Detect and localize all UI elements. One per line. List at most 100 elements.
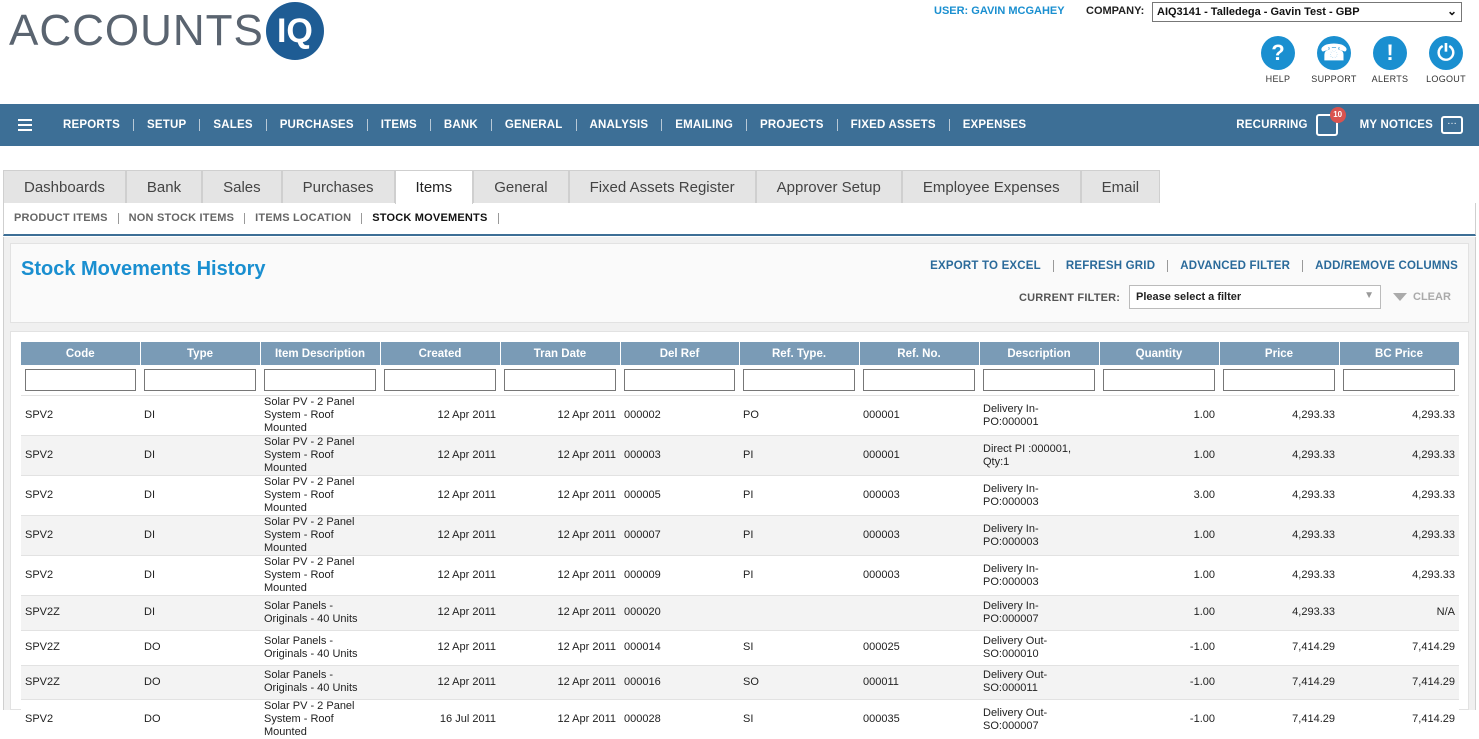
tab-employee-expenses[interactable]: Employee Expenses <box>901 170 1081 203</box>
table-row[interactable]: SPV2 DI Solar PV - 2 Panel System - Roof M… <box>21 475 1459 516</box>
chevron-down-icon: ⌄ <box>1446 4 1457 18</box>
calendar-icon[interactable]: 10 <box>1315 107 1346 136</box>
recurring-link[interactable]: RECURRING <box>1236 119 1307 131</box>
column-header-ref-type[interactable]: Ref. Type. <box>739 342 860 365</box>
table-row[interactable]: SPV2Z DO Solar Panels - Originals - 40 Uni… <box>21 629 1459 666</box>
nav-item-setup[interactable]: SETUP <box>134 119 201 131</box>
table-cell: Delivery In- PO:000001 <box>979 395 1099 436</box>
table-row[interactable]: SPV2 DI Solar PV - 2 Panel System - Roof M… <box>21 435 1459 476</box>
column-header-type[interactable]: Type <box>140 342 261 365</box>
stock-movements-table: Code Type Item Description Created Tran Date… <box>21 342 1460 739</box>
clear-filter-button[interactable]: CLEAR <box>1393 291 1451 303</box>
tab-bank[interactable]: Bank <box>125 170 203 203</box>
filter-input-description[interactable] <box>983 369 1095 391</box>
accountsiq-logo[interactable]: ACCOUNTS IQ <box>9 2 324 60</box>
column-header-price[interactable]: Price <box>1219 342 1340 365</box>
company-select[interactable]: AIQ3141 - Talledega - Gavin Test - GBP ⌄ <box>1152 2 1462 22</box>
column-header-del-ref[interactable]: Del Ref <box>620 342 740 365</box>
nav-item-items[interactable]: ITEMS <box>368 119 431 131</box>
tab-dashboards[interactable]: Dashboards <box>3 170 126 203</box>
add-remove-columns-link[interactable]: ADD/REMOVE COLUMNS <box>1303 260 1458 272</box>
subtab-items-location[interactable]: ITEMS LOCATION <box>245 213 363 224</box>
table-row[interactable]: SPV2 DI Solar PV - 2 Panel System - Roof M… <box>21 515 1459 556</box>
table-cell: 4,293.33 <box>1219 435 1339 476</box>
export-to-excel-link[interactable]: EXPORT TO EXCEL <box>918 260 1054 272</box>
logout-button[interactable]: ⏻ LOGOUT <box>1418 36 1474 84</box>
column-header-code[interactable]: Code <box>21 342 141 365</box>
table-row[interactable]: SPV2Z DI Solar Panels - Originals - 40 Uni… <box>21 595 1459 631</box>
filter-input-created[interactable] <box>384 369 496 391</box>
nav-item-purchases[interactable]: PURCHASES <box>267 119 368 131</box>
hamburger-menu-icon[interactable] <box>18 116 32 134</box>
nav-item-bank[interactable]: BANK <box>431 119 492 131</box>
tab-purchases[interactable]: Purchases <box>281 170 395 203</box>
table-cell: 1.00 <box>1099 395 1219 436</box>
item-code-link[interactable]: SPV2Z <box>21 664 140 700</box>
column-header-quantity[interactable]: Quantity <box>1099 342 1220 365</box>
nav-item-expenses[interactable]: EXPENSES <box>950 119 1040 131</box>
table-row[interactable]: SPV2Z DO Solar Panels - Originals - 40 Uni… <box>21 664 1459 700</box>
table-cell: 1.00 <box>1099 555 1219 596</box>
tab-sales[interactable]: Sales <box>202 170 282 203</box>
nav-item-emailing[interactable]: EMAILING <box>662 119 748 131</box>
tab-items[interactable]: Items <box>394 170 474 204</box>
nav-item-fixed-assets[interactable]: FIXED ASSETS <box>838 119 950 131</box>
table-cell: DI <box>140 435 260 476</box>
filter-cell <box>739 365 859 396</box>
notices-chat-icon[interactable]: … <box>1441 116 1463 134</box>
advanced-filter-link[interactable]: ADVANCED FILTER <box>1168 260 1304 272</box>
help-icon: ? <box>1261 36 1295 70</box>
table-cell: 000003 <box>859 475 979 516</box>
column-header-item-description[interactable]: Item Description <box>260 342 381 365</box>
current-filter-label: CURRENT FILTER: <box>1019 292 1121 304</box>
filter-select[interactable]: Please select a filter ▼ <box>1129 285 1381 309</box>
table-body: SPV2 DI Solar PV - 2 Panel System - Roof M… <box>21 365 1459 739</box>
subtab-product-items[interactable]: PRODUCT ITEMS <box>4 213 119 224</box>
column-header-bc-price[interactable]: BC Price <box>1339 342 1460 365</box>
item-code-link[interactable]: SPV2 <box>21 515 140 556</box>
filter-input-bc-price[interactable] <box>1343 369 1455 391</box>
table-row[interactable]: SPV2 DO Solar PV - 2 Panel System - Roof M… <box>21 699 1459 739</box>
nav-item-analysis[interactable]: ANALYSIS <box>577 119 663 131</box>
table-cell: 7,414.29 <box>1339 629 1459 666</box>
filter-input-price[interactable] <box>1223 369 1335 391</box>
tab-email[interactable]: Email <box>1080 170 1161 203</box>
filter-input-code[interactable] <box>25 369 136 391</box>
tab-general[interactable]: General <box>473 170 569 203</box>
nav-item-general[interactable]: GENERAL <box>492 119 577 131</box>
column-header-created[interactable]: Created <box>380 342 501 365</box>
grid-panel: Code Type Item Description Created Tran Date… <box>10 331 1469 739</box>
filter-input-ref-no[interactable] <box>863 369 975 391</box>
help-button[interactable]: ? HELP <box>1250 36 1306 84</box>
filter-input-type[interactable] <box>144 369 256 391</box>
item-code-link[interactable]: SPV2Z <box>21 595 140 631</box>
filter-input-ref-type[interactable] <box>743 369 855 391</box>
nav-item-reports[interactable]: REPORTS <box>50 119 134 131</box>
item-code-link[interactable]: SPV2 <box>21 435 140 476</box>
column-header-description[interactable]: Description <box>979 342 1100 365</box>
table-row[interactable]: SPV2 DI Solar PV - 2 Panel System - Roof M… <box>21 395 1459 436</box>
filter-input-del-ref[interactable] <box>624 369 735 391</box>
column-header-tran-date[interactable]: Tran Date <box>500 342 621 365</box>
filter-input-item-description[interactable] <box>264 369 376 391</box>
filter-input-quantity[interactable] <box>1103 369 1215 391</box>
nav-item-projects[interactable]: PROJECTS <box>747 119 838 131</box>
tab-fixed-assets-register[interactable]: Fixed Assets Register <box>568 170 756 203</box>
my-notices-link[interactable]: MY NOTICES <box>1360 119 1433 131</box>
item-code-link[interactable]: SPV2 <box>21 475 140 516</box>
table-cell: 12 Apr 2011 <box>500 395 620 436</box>
nav-item-sales[interactable]: SALES <box>200 119 267 131</box>
item-code-link[interactable]: SPV2 <box>21 395 140 436</box>
column-header-ref-no[interactable]: Ref. No. <box>859 342 980 365</box>
tab-approver-setup[interactable]: Approver Setup <box>755 170 902 203</box>
item-code-link[interactable]: SPV2 <box>21 699 140 739</box>
table-row[interactable]: SPV2 DI Solar PV - 2 Panel System - Roof M… <box>21 555 1459 596</box>
filter-input-tran-date[interactable] <box>504 369 616 391</box>
subtab-stock-movements[interactable]: STOCK MOVEMENTS <box>362 213 499 224</box>
support-button[interactable]: ☎ SUPPORT <box>1306 36 1362 84</box>
alerts-button[interactable]: ! ALERTS <box>1362 36 1418 84</box>
item-code-link[interactable]: SPV2Z <box>21 629 140 666</box>
refresh-grid-link[interactable]: REFRESH GRID <box>1054 260 1169 272</box>
item-code-link[interactable]: SPV2 <box>21 555 140 596</box>
subtab-non-stock-items[interactable]: NON STOCK ITEMS <box>119 213 246 224</box>
